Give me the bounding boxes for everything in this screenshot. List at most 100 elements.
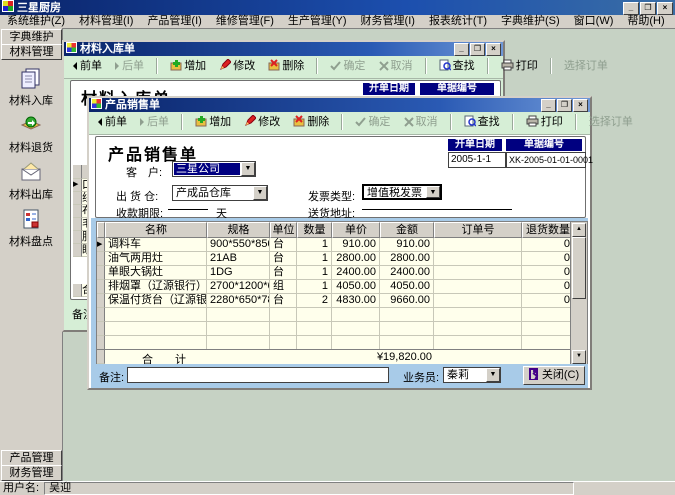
edit-button[interactable]: 修改 xyxy=(239,112,285,132)
table-cell xyxy=(297,322,332,336)
add-button[interactable]: 增加 xyxy=(190,112,236,132)
scroll-up-icon[interactable]: ▲ xyxy=(572,223,586,237)
sidebar-item-label: 材料退货 xyxy=(9,142,53,154)
sidebar-group-dictionary[interactable]: 字典维护 xyxy=(1,29,62,45)
table-row[interactable]: 保温付货台（辽源银行）2280*650*780台24830.009660.000 xyxy=(97,294,574,308)
col-order-no: 订单号 xyxy=(434,222,522,238)
next-record-button[interactable]: 后单 xyxy=(110,56,149,76)
sidebar-group-material[interactable]: 材料管理 xyxy=(1,44,62,60)
prev-record-button[interactable]: 前单 xyxy=(68,56,107,76)
warehouse-label: 出 货 仓: xyxy=(116,188,158,204)
scroll-down-icon[interactable]: ▼ xyxy=(572,350,586,364)
table-row[interactable] xyxy=(97,322,574,336)
col-qty: 数量 xyxy=(297,222,332,238)
prev-record-button[interactable]: 前单 xyxy=(93,112,132,132)
menu-help[interactable]: 帮助(H) xyxy=(620,15,671,28)
x-icon xyxy=(379,61,389,71)
total-amount: ¥19,820.00 xyxy=(362,351,432,363)
delivery-address-input[interactable] xyxy=(362,197,512,210)
table-cell xyxy=(270,322,297,336)
open-date-value[interactable]: 2005-1-1 xyxy=(448,152,506,168)
sidebar-item-material-in[interactable]: 材料入库 xyxy=(0,66,62,108)
table-cell xyxy=(434,294,522,308)
find-icon xyxy=(439,59,451,71)
menu-system[interactable]: 系统维护(Z) xyxy=(0,15,72,28)
app-restore-button[interactable]: ❐ xyxy=(640,2,656,15)
delete-button[interactable]: 删除 xyxy=(288,112,334,132)
table-cell xyxy=(522,322,574,336)
doc-number-value[interactable]: XK-2005-01-01-0001 xyxy=(506,152,586,168)
confirm-button[interactable]: 确定 xyxy=(325,56,370,76)
menu-material[interactable]: 材料管理(I) xyxy=(72,15,140,28)
sales-minimize-button[interactable]: _ xyxy=(541,99,556,112)
app-close-button[interactable]: × xyxy=(657,2,673,15)
inbound-restore-button[interactable]: ❐ xyxy=(470,43,485,56)
menu-report[interactable]: 报表统计(T) xyxy=(422,15,494,28)
print-button[interactable]: 打印 xyxy=(496,56,543,76)
product-sales-window: 产品销售单 _❐× 前单 后单 增加 修改 删除 确定 取消 查找 打印 选择订… xyxy=(87,96,592,390)
table-cell: 0 xyxy=(522,294,574,308)
table-cell: 油气两用灶 xyxy=(105,252,207,266)
col-return-qty: 退货数量 xyxy=(522,222,574,238)
app-titlebar: 三星厨房 _❐× xyxy=(0,0,675,15)
menu-repair[interactable]: 维修管理(F) xyxy=(209,15,281,28)
confirm-button[interactable]: 确定 xyxy=(350,112,395,132)
inbound-minimize-button[interactable]: _ xyxy=(454,43,469,56)
chevron-down-icon[interactable]: ▼ xyxy=(241,162,255,176)
menu-dictionary[interactable]: 字典维护(S) xyxy=(494,15,567,28)
add-button[interactable]: 增加 xyxy=(165,56,211,76)
table-cell xyxy=(105,336,207,350)
table-row[interactable]: 排烟罩（辽源银行）2700*1200*650组14050.004050.000 xyxy=(97,280,574,294)
delete-button[interactable]: 删除 xyxy=(263,56,309,76)
table-cell: 21AB xyxy=(207,252,270,266)
print-button[interactable]: 打印 xyxy=(521,112,568,132)
menu-window[interactable]: 窗口(W) xyxy=(567,15,621,28)
edit-button[interactable]: 修改 xyxy=(214,56,260,76)
menu-product[interactable]: 产品管理(I) xyxy=(140,15,208,28)
close-window-button[interactable]: 关闭(C) xyxy=(523,366,585,385)
table-vertical-scrollbar[interactable]: ▲ ▼ xyxy=(570,221,588,366)
sales-restore-button[interactable]: ❐ xyxy=(557,99,572,112)
col-spec: 规格 xyxy=(207,222,270,238)
exit-door-icon xyxy=(529,368,540,380)
chevron-down-icon[interactable]: ▼ xyxy=(253,186,267,200)
next-record-button[interactable]: 后单 xyxy=(135,112,174,132)
x-icon xyxy=(404,117,414,127)
table-cell xyxy=(207,308,270,322)
menu-production[interactable]: 生产管理(Y) xyxy=(281,15,354,28)
table-row[interactable]: ▶调料车900*550*850台1910.00910.000 xyxy=(97,238,574,252)
select-order-button[interactable]: 选择订单 xyxy=(559,56,613,76)
find-button[interactable]: 查找 xyxy=(434,56,480,76)
menu-finance[interactable]: 财务管理(I) xyxy=(354,15,422,28)
clerk-select[interactable]: 秦莉▼ xyxy=(443,367,501,383)
sidebar-item-material-check[interactable]: 材料盘点 xyxy=(0,207,62,249)
select-order-button[interactable]: 选择订单 xyxy=(584,112,638,132)
table-row[interactable] xyxy=(97,308,574,322)
scroll-thumb[interactable] xyxy=(572,237,586,299)
chevron-down-icon[interactable]: ▼ xyxy=(486,368,500,382)
print-icon xyxy=(501,59,514,71)
table-cell xyxy=(434,336,522,350)
table-row[interactable]: 单眼大锅灶1DG台12400.002400.000 xyxy=(97,266,574,280)
row-marker: ▶ xyxy=(97,238,105,252)
sales-close-button[interactable]: × xyxy=(573,99,588,112)
payment-term-input[interactable] xyxy=(168,197,208,210)
note-input[interactable] xyxy=(127,367,389,383)
customer-select[interactable]: 三星公司▼ xyxy=(172,161,256,177)
row-marker xyxy=(97,252,105,266)
app-minimize-button[interactable]: _ xyxy=(623,2,639,15)
cancel-button[interactable]: 取消 xyxy=(374,56,418,76)
sidebar-group-finance[interactable]: 财务管理 xyxy=(1,465,62,481)
table-row[interactable] xyxy=(97,336,574,350)
table-row[interactable]: 油气两用灶21AB台12800.002800.000 xyxy=(97,252,574,266)
find-button[interactable]: 查找 xyxy=(459,112,505,132)
col-price: 单价 xyxy=(332,222,380,238)
cancel-button[interactable]: 取消 xyxy=(399,112,443,132)
table-cell: 910.00 xyxy=(332,238,380,252)
inbound-close-button[interactable]: × xyxy=(486,43,501,56)
sidebar-group-product[interactable]: 产品管理 xyxy=(1,450,62,466)
clerk-label: 业务员: xyxy=(403,369,439,385)
sidebar-item-material-out[interactable]: 材料出库 xyxy=(0,160,62,202)
table-cell xyxy=(207,322,270,336)
sidebar-item-material-return[interactable]: 材料退货 xyxy=(0,113,62,155)
